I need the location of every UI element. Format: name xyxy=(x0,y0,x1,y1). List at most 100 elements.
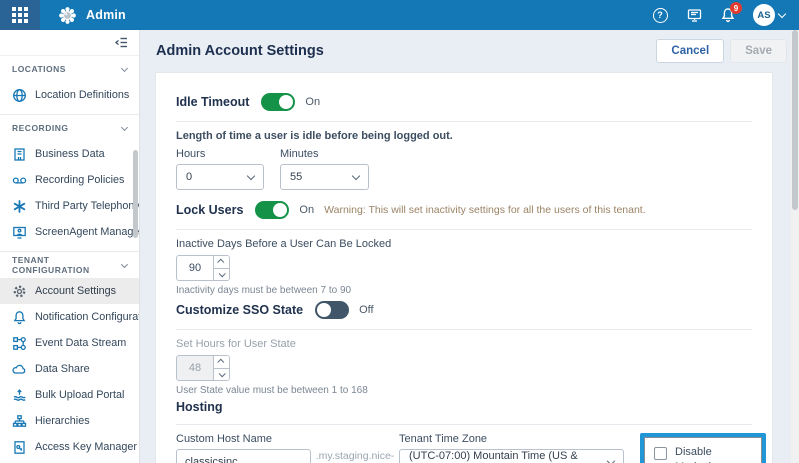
sidebar-item-label: Location Definitions xyxy=(35,89,129,101)
minutes-select[interactable]: 55 xyxy=(280,164,369,190)
lock-users-row: Lock Users On Warning: This will set ina… xyxy=(176,201,752,219)
voicemail-icon xyxy=(12,173,27,188)
sidebar-item-location-definitions[interactable]: Location Definitions xyxy=(0,82,139,108)
disable-marketing-panel-checkbox[interactable] xyxy=(654,447,667,460)
sidebar-item-label: Recording Policies xyxy=(35,174,124,186)
sidebar-item-label: Account Settings xyxy=(35,285,116,297)
chevron-up-icon xyxy=(217,359,224,366)
sidebar-item-notification-configuration[interactable]: Notification Configuration xyxy=(0,304,139,330)
tenant-time-zone-select[interactable]: (UTC-07:00) Mountain Time (US & Canada) xyxy=(399,449,624,463)
asterisk-icon xyxy=(12,199,27,214)
sidebar-item-label: Data Share xyxy=(35,363,90,375)
highlight-annotation: Disable Marketing Panel xyxy=(640,433,766,463)
minutes-label: Minutes xyxy=(280,148,369,160)
admin-logo-icon xyxy=(58,6,77,25)
sidebar-item-event-data-stream[interactable]: Event Data Stream xyxy=(0,330,139,356)
chevron-down-icon xyxy=(352,171,360,179)
hosting-row: Custom Host Name .my.staging.nice-incont… xyxy=(176,433,752,463)
sidebar-item-label: Third Party Telephony xyxy=(35,200,140,212)
user-state-hours-value: 48 xyxy=(177,356,213,380)
sidebar-section-header-tenant-configuration[interactable]: TENANT CONFIGURATION xyxy=(0,252,139,278)
custom-host-input[interactable] xyxy=(176,449,311,463)
customize-sso-state: Off xyxy=(359,304,373,316)
inactive-days-label: Inactive Days Before a User Can Be Locke… xyxy=(176,238,752,250)
collapse-sidebar-icon[interactable] xyxy=(114,35,129,50)
decrement-button[interactable] xyxy=(214,368,229,381)
sidebar-section-header-locations[interactable]: LOCATIONS xyxy=(0,56,139,82)
custom-host-field: Custom Host Name xyxy=(176,433,311,463)
customize-sso-label: Customize SSO State xyxy=(176,303,303,317)
sidebar-item-account-settings[interactable]: Account Settings xyxy=(0,278,139,304)
chevron-down-icon xyxy=(121,261,128,268)
chevron-up-icon xyxy=(217,259,224,266)
presentation-screen-icon xyxy=(686,7,703,24)
notifications-button[interactable]: 9 xyxy=(719,6,737,24)
help-icon: ? xyxy=(653,8,668,23)
user-state-hours-stepper[interactable]: 48 xyxy=(176,355,230,381)
sidebar-scrollbar-thumb[interactable] xyxy=(133,150,138,238)
chevron-down-icon xyxy=(121,64,128,71)
brand: Admin xyxy=(58,6,126,25)
customize-sso-row: Customize SSO State Off xyxy=(176,301,752,319)
sidebar-item-hierarchies[interactable]: Hierarchies xyxy=(0,408,139,434)
sidebar-section-locations: LOCATIONS Location Definitions xyxy=(0,56,139,115)
nodes-icon xyxy=(12,336,27,351)
sidebar-section-header-recording[interactable]: RECORDING xyxy=(0,115,139,141)
screen-user-icon xyxy=(12,225,27,240)
sidebar-item-access-key-manager[interactable]: Access Key Manager xyxy=(0,434,139,460)
lock-users-label: Lock Users xyxy=(176,203,243,217)
save-button[interactable]: Save xyxy=(730,39,787,63)
lock-users-state: On xyxy=(299,204,314,216)
sidebar-item-business-data[interactable]: Business Data xyxy=(0,141,139,167)
key-file-icon xyxy=(12,440,27,455)
inactive-days-value: 90 xyxy=(177,256,213,280)
notification-count-badge: 9 xyxy=(730,2,742,14)
chevron-down-icon xyxy=(219,270,226,277)
idle-timeout-label: Idle Timeout xyxy=(176,95,249,109)
tenant-time-zone-field: Tenant Time Zone (UTC-07:00) Mountain Ti… xyxy=(399,433,624,463)
user-menu[interactable]: AS xyxy=(753,4,785,26)
idle-timeout-row: Idle Timeout On xyxy=(176,93,752,111)
hours-select[interactable]: 0 xyxy=(176,164,264,190)
page-header: Admin Account Settings Cancel Save xyxy=(140,30,799,72)
app-name: Admin xyxy=(86,8,126,22)
sidebar-item-label: ScreenAgent Manager xyxy=(35,226,140,238)
sidebar-item-label: Event Data Stream xyxy=(35,337,126,349)
gear-icon xyxy=(12,284,27,299)
main-content: Admin Account Settings Cancel Save Idle … xyxy=(140,30,799,463)
increment-button[interactable] xyxy=(214,256,229,268)
sidebar-item-label: Business Data xyxy=(35,148,105,160)
decrement-button[interactable] xyxy=(214,268,229,281)
sidebar-item-label: Notification Configuration xyxy=(35,311,140,323)
hours-field: Hours 0 xyxy=(176,148,264,190)
inactive-days-helper: Inactivity days must be between 7 to 90 xyxy=(176,285,752,296)
sidebar: LOCATIONS Location Definitions RECORDING… xyxy=(0,30,140,463)
sidebar-item-bulk-upload-portal[interactable]: Bulk Upload Portal xyxy=(0,382,139,408)
customize-sso-toggle[interactable] xyxy=(315,301,349,319)
tree-icon xyxy=(12,414,27,429)
chevron-down-icon xyxy=(778,9,786,17)
sidebar-item-screenagent-manager[interactable]: ScreenAgent Manager xyxy=(0,219,139,245)
idle-timeout-state: On xyxy=(305,96,320,108)
app-launcher-button[interactable] xyxy=(0,0,40,30)
help-button[interactable]: ? xyxy=(651,6,669,24)
sidebar-item-third-party-telephony[interactable]: Third Party Telephony xyxy=(0,193,139,219)
tenant-time-zone-label: Tenant Time Zone xyxy=(399,433,624,445)
sidebar-item-recording-policies[interactable]: Recording Policies xyxy=(0,167,139,193)
idle-timeout-toggle[interactable] xyxy=(261,93,295,111)
announcements-button[interactable] xyxy=(685,6,703,24)
cancel-button[interactable]: Cancel xyxy=(656,39,724,63)
inactive-days-stepper[interactable]: 90 xyxy=(176,255,230,281)
sidebar-section-tenant-configuration: TENANT CONFIGURATION Account Settings No… xyxy=(0,252,139,463)
increment-button[interactable] xyxy=(214,356,229,368)
hours-label: Hours xyxy=(176,148,264,160)
sidebar-item-data-share[interactable]: Data Share xyxy=(0,356,139,382)
lock-users-toggle[interactable] xyxy=(255,201,289,219)
hosting-heading: Hosting xyxy=(176,400,752,414)
upload-layers-icon xyxy=(12,388,27,403)
idle-timeout-description: Length of time a user is idle before bei… xyxy=(176,130,752,142)
page-scrollbar-thumb[interactable] xyxy=(792,30,798,210)
page-scrollbar[interactable] xyxy=(791,30,799,463)
user-state-hours-label: Set Hours for User State xyxy=(176,338,752,350)
grid-icon xyxy=(12,7,28,23)
